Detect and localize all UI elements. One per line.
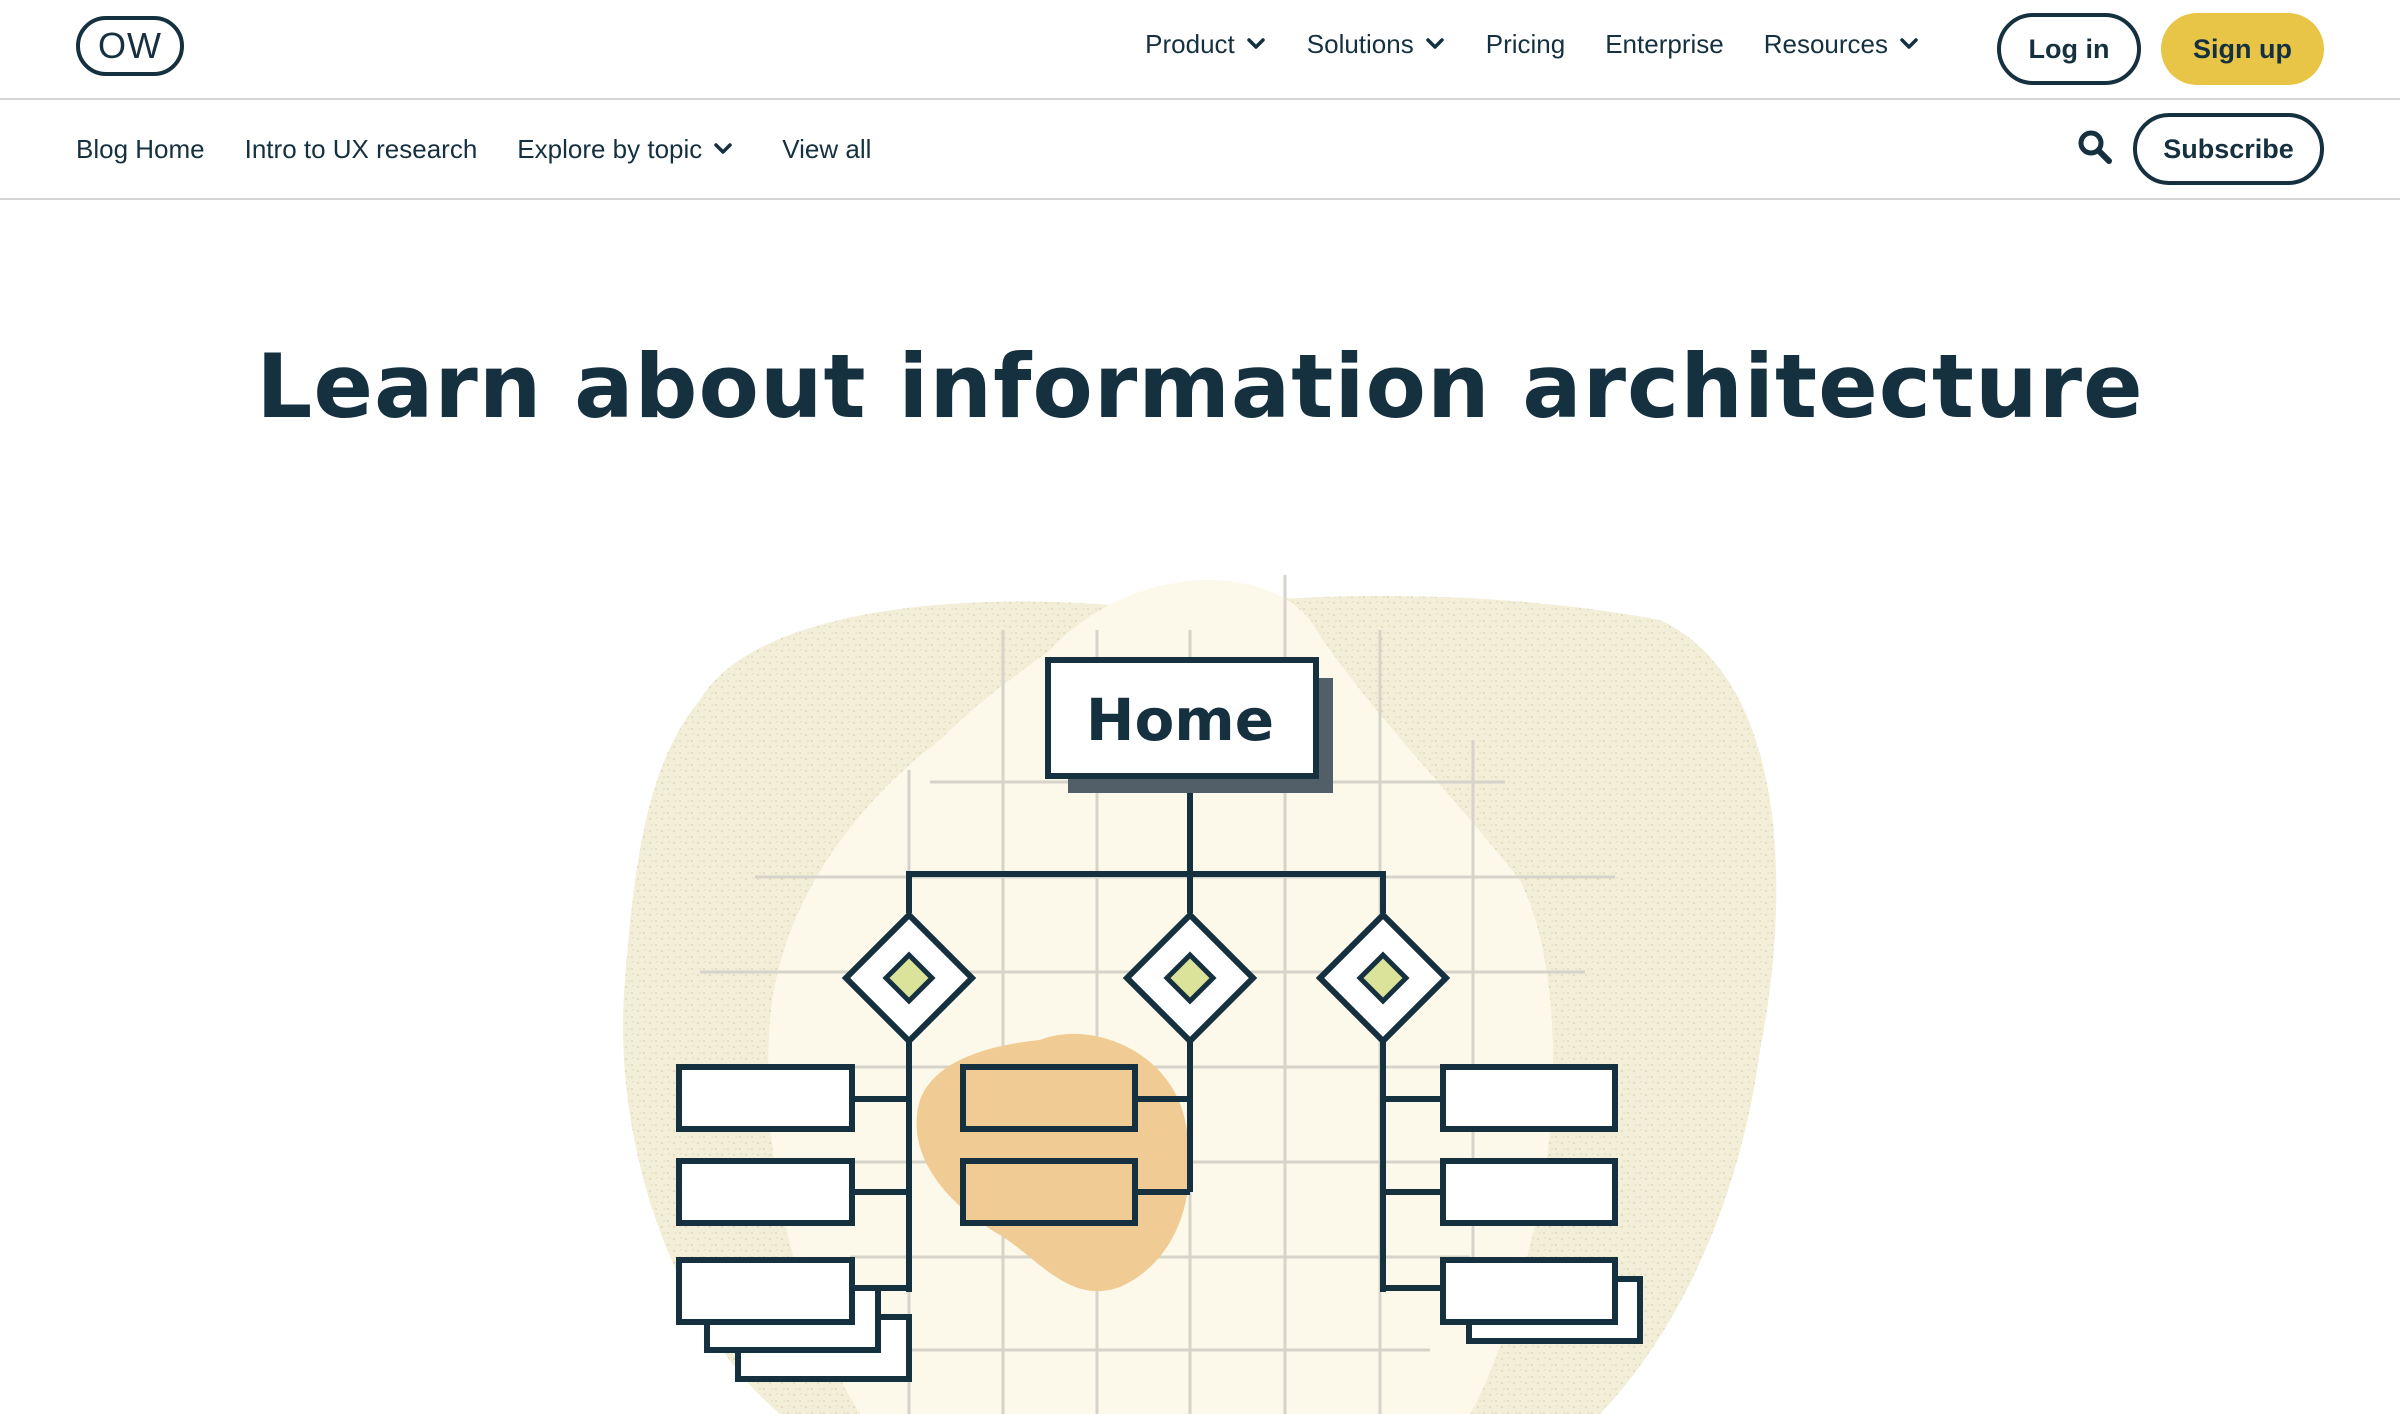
home-label: Home [1086,686,1274,754]
blog-subnav: Blog Home Intro to UX research Explore b… [0,100,2400,200]
subnav-item-label: Explore by topic [517,133,703,164]
page-node [1440,1064,1643,1344]
signup-button[interactable]: Sign up [2161,13,2324,85]
subnav-item-view-all[interactable]: View all [782,134,871,165]
menu-item-label: Pricing [1485,28,1566,59]
main-menu: Product Solutions Pricing Enterprise Res… [1145,0,1920,88]
subnav-item-label: Blog Home [76,133,205,164]
chevron-down-icon [1425,38,1444,49]
page-title: Learn about information architecture [256,335,2144,438]
search-icon[interactable] [2076,128,2114,166]
menu-item-label: Enterprise [1605,28,1724,59]
subnav-item-explore-by-topic[interactable]: Explore by topic [517,134,734,165]
subnav-item-label: View all [782,133,872,164]
menu-item-pricing[interactable]: Pricing [1486,29,1565,60]
subnav-item-intro-ux-research[interactable]: Intro to UX research [245,134,478,165]
menu-item-label: Resources [1763,28,1888,59]
subscribe-button[interactable]: Subscribe [2133,113,2324,185]
hero-illustration: Home [622,575,1777,1414]
blog-menu: Blog Home Intro to UX research Explore b… [76,100,871,198]
top-navigation: OW Product Solutions Pricing Enterprise … [0,0,2400,100]
subnav-item-blog-home[interactable]: Blog Home [76,134,205,165]
logo[interactable]: OW [76,16,184,76]
login-button[interactable]: Log in [1997,13,2141,85]
menu-item-resources[interactable]: Resources [1764,29,1920,60]
chevron-down-icon [714,143,733,154]
chevron-down-icon [1900,38,1918,49]
menu-item-enterprise[interactable]: Enterprise [1605,29,1724,60]
menu-item-label: Product [1145,28,1235,59]
chevron-down-icon [1247,38,1265,49]
menu-item-label: Solutions [1306,28,1414,59]
menu-item-product[interactable]: Product [1145,29,1267,60]
menu-item-solutions[interactable]: Solutions [1307,29,1446,60]
subnav-item-label: Intro to UX research [244,133,478,164]
